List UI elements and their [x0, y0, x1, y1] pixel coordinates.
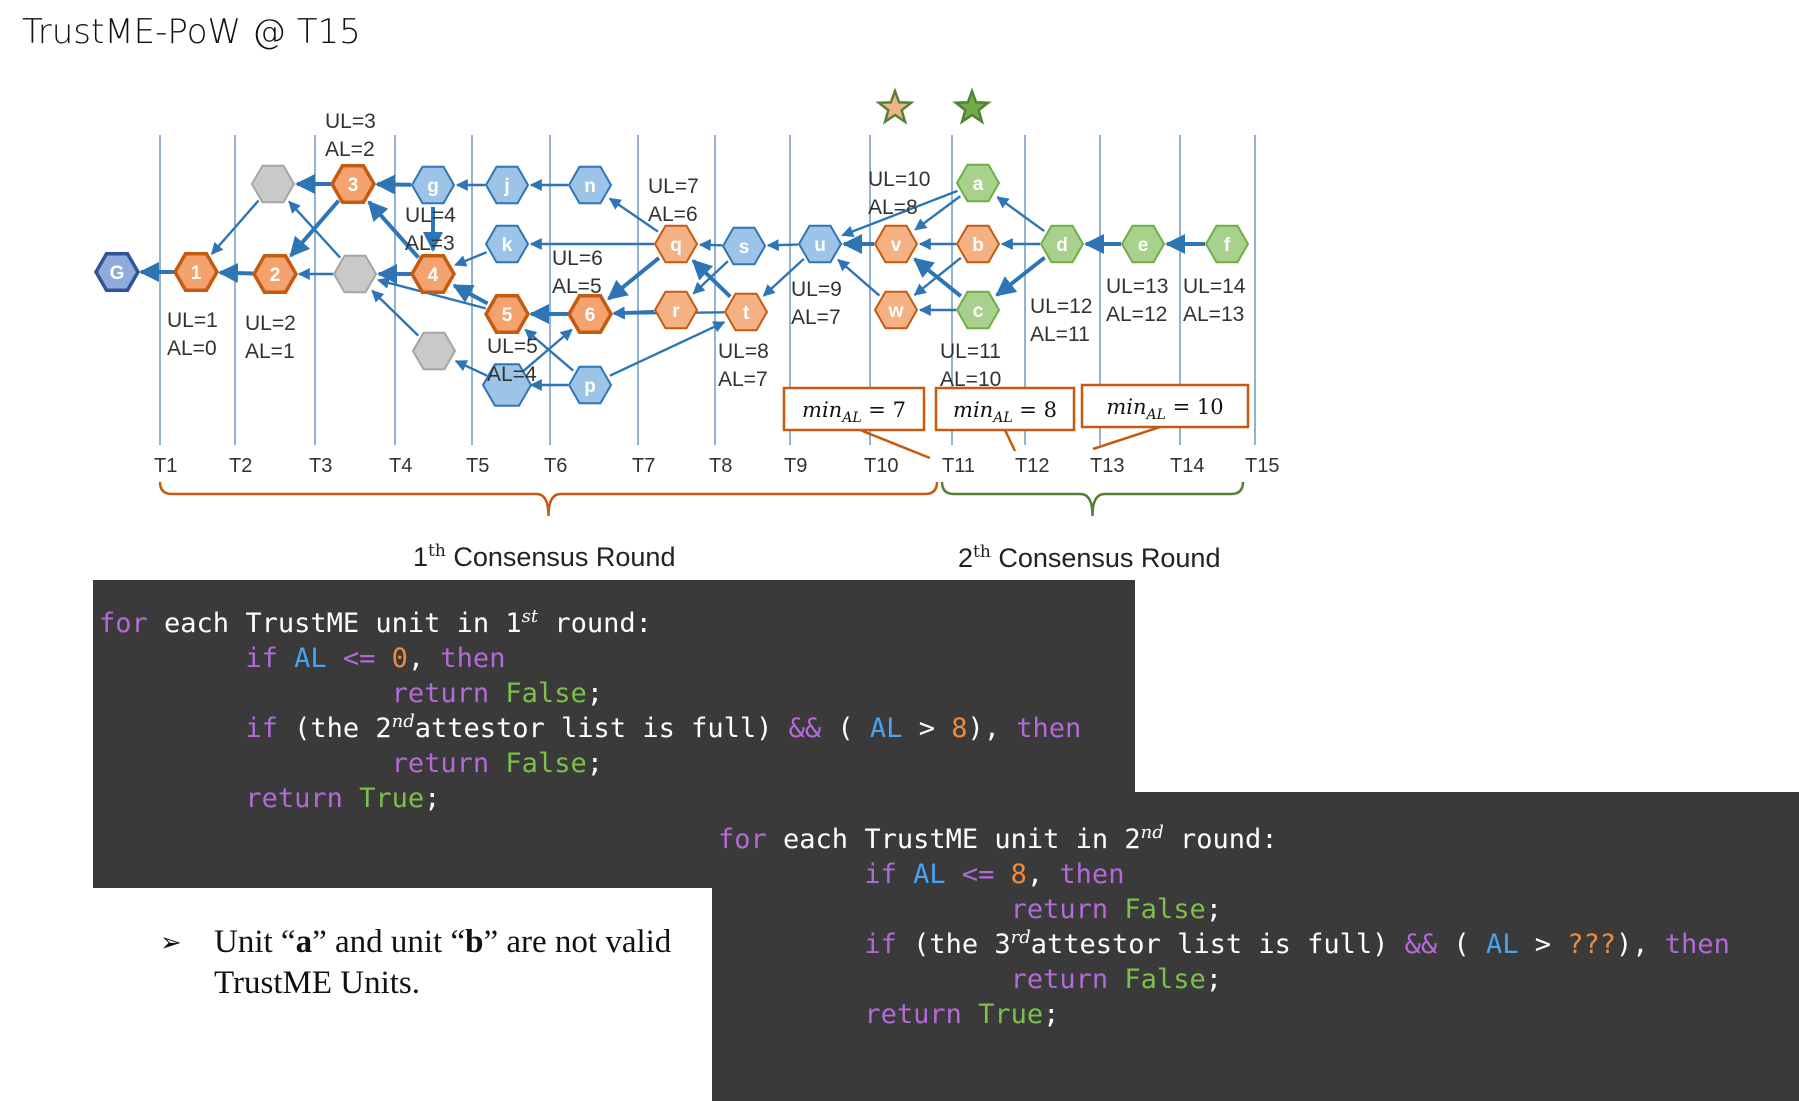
dag-node-label: 2 [270, 265, 281, 286]
dag-node-label: 6 [585, 305, 596, 326]
dag-node-gr2 [332, 254, 378, 294]
ul-al-annotation: UL=2 [245, 312, 296, 335]
dag-edge [609, 321, 726, 377]
dag-node-label: b [972, 235, 984, 256]
dag-node-label: 3 [348, 175, 359, 196]
timeline-label: T10 [864, 455, 898, 477]
dag-node-gr3 [411, 331, 457, 371]
min-al-value: minAL = 10 [1106, 395, 1223, 423]
ul-al-annotation: AL=3 [405, 232, 455, 255]
dag-node-label: 4 [428, 265, 439, 286]
min-al-connector [1092, 425, 1161, 451]
timeline-label: T6 [544, 455, 567, 477]
timeline-label: T13 [1090, 455, 1124, 477]
dag-node-label: 5 [502, 305, 513, 326]
ul-al-annotation: UL=11 [940, 340, 1001, 363]
dag-edge [837, 258, 881, 297]
ul-al-annotation: AL=0 [167, 337, 217, 360]
ul-al-annotation: UL=13 [1106, 275, 1168, 298]
note-text: Unit “a” and unit “b” are not valid Trus… [214, 924, 672, 1001]
dag-node-label: g [427, 176, 439, 197]
ul-al-annotation: AL=12 [1106, 303, 1167, 326]
dag-node-label: t [743, 303, 750, 324]
dag-node-label: e [1138, 235, 1149, 256]
dag-node-label: j [503, 176, 509, 197]
dag-node-label: c [973, 301, 984, 322]
ul-al-annotation: AL=5 [552, 275, 602, 298]
ul-al-annotation: UL=9 [791, 278, 842, 301]
timeline-label: T12 [1015, 455, 1049, 477]
ul-al-annotation: AL=4 [487, 363, 537, 386]
dag-node-label: a [973, 174, 984, 195]
ul-al-annotation: UL=7 [648, 175, 699, 198]
ul-al-annotation: AL=11 [1030, 323, 1090, 346]
ul-al-annotation: UL=5 [487, 335, 538, 358]
dag-node-label: p [584, 376, 596, 397]
round-1-label: 1th Consensus Round [413, 541, 675, 572]
dag-node-label: q [670, 235, 682, 256]
dag-edge [996, 196, 1045, 233]
dag-node-label: s [739, 237, 750, 258]
ul-al-annotation: AL=7 [718, 368, 768, 391]
dag-edge [454, 251, 488, 267]
dag-node-gr1 [250, 164, 296, 204]
timeline-label: T9 [784, 455, 807, 477]
ul-al-annotation: AL=1 [245, 340, 295, 363]
dag-edge [691, 259, 732, 299]
dag-diagram: T1 T2 T3 T4 T5 T6 T7 T8 T9 T10 T11 T12 T13 T14 T15 G 1 2 3… [93, 87, 1279, 573]
ul-al-annotation: UL=3 [325, 110, 376, 133]
timeline-label: T2 [229, 455, 252, 477]
timeline-label: T8 [709, 455, 732, 477]
ul-al-annotation: AL=13 [1183, 303, 1244, 326]
dag-node-label: G [110, 263, 125, 284]
ul-al-annotation: AL=2 [325, 138, 375, 161]
ul-al-annotation: UL=4 [405, 204, 456, 227]
ul-al-annotation: UL=8 [718, 340, 769, 363]
timeline-label: T4 [389, 455, 412, 477]
ul-al-annotation: AL=8 [868, 196, 918, 219]
dag-node-label: k [502, 235, 513, 256]
dag-edge [766, 239, 799, 252]
timeline-label: T14 [1170, 455, 1204, 477]
dag-node-label: 1 [191, 263, 202, 284]
dag-edge [995, 256, 1046, 297]
star-icon [875, 87, 915, 125]
min-al-connector [1003, 429, 1017, 452]
timeline-label: T11 [942, 455, 975, 477]
ul-al-annotation: UL=6 [552, 247, 603, 270]
ul-al-annotation: UL=10 [868, 168, 930, 191]
dag-node-label: v [891, 235, 902, 256]
ul-al-annotation: UL=14 [1183, 275, 1246, 298]
round-1-brace [158, 481, 939, 517]
dag-edge [217, 263, 254, 284]
ul-al-annotation: UL=1 [167, 309, 218, 332]
timeline-label: T1 [154, 455, 177, 477]
star-icon [952, 87, 992, 125]
code-block-round-2: for each TrustME unit in 2nd round: if A… [712, 792, 1799, 1101]
ul-al-annotation: AL=7 [791, 306, 841, 329]
dag-edge [607, 256, 661, 301]
timeline-label: T3 [309, 455, 332, 477]
dag-node-label: r [672, 301, 680, 322]
timeline-label: T15 [1245, 455, 1279, 477]
timeline-label: T7 [632, 455, 655, 477]
dag-edge [698, 239, 723, 252]
dag-node-label: f [1224, 235, 1231, 256]
round-2-brace [940, 481, 1245, 517]
round-2-label: 2th Consensus Round [958, 542, 1220, 573]
dag-node-label: u [814, 235, 826, 256]
dag-edge [914, 195, 962, 231]
bullet-arrow-icon: ➢ [160, 928, 182, 957]
dag-node-label: n [584, 176, 596, 197]
ul-al-annotation: AL=6 [648, 203, 698, 226]
dag-node-label: w [888, 301, 904, 322]
dag-node-label: d [1056, 235, 1068, 256]
timeline-label: T5 [466, 455, 489, 477]
ul-al-annotation: UL=12 [1030, 295, 1092, 318]
